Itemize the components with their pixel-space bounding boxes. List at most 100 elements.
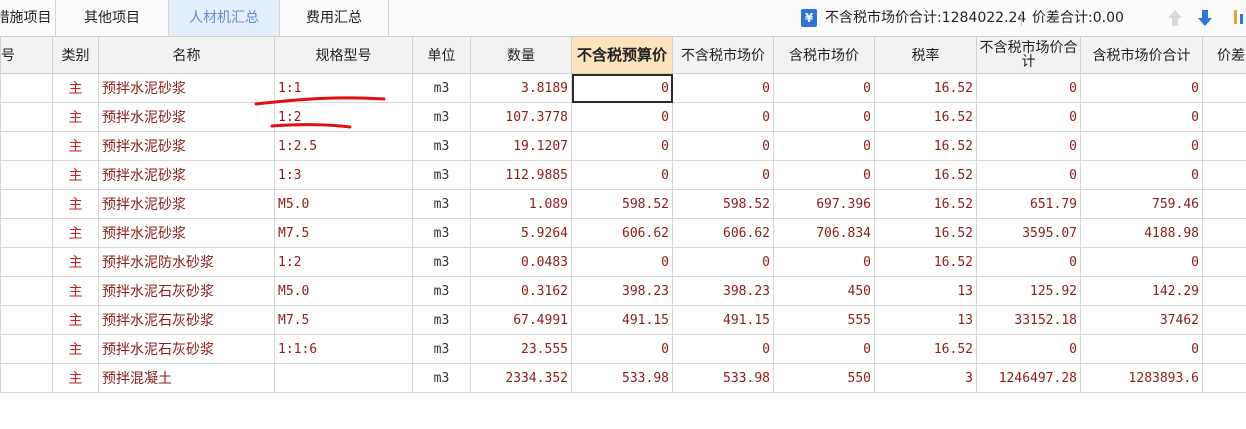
cell-spec[interactable]: M7.5 [274, 305, 413, 335]
cell-market-price[interactable]: 598.52 [672, 189, 774, 219]
table-row[interactable]: 主 预拌水泥砂浆 1:2 m3 107.3778 0 0 0 16.52 0 0 [0, 102, 1246, 132]
cell-category[interactable]: 主 [52, 131, 99, 161]
cell-budget-price[interactable]: 0 [571, 131, 673, 161]
cell-quantity[interactable]: 112.9885 [470, 160, 572, 190]
col-header-market-price-tax[interactable]: 含税市场价 [773, 36, 875, 74]
table-row[interactable]: 主 预拌混凝土 m3 2334.352 533.98 533.98 550 3 … [0, 363, 1246, 393]
cell-market-price-tax[interactable]: 555 [773, 305, 875, 335]
cell-budget-price[interactable]: 491.15 [571, 305, 673, 335]
cell-unit[interactable]: m3 [412, 363, 471, 393]
cell-quantity[interactable]: 5.9264 [470, 218, 572, 248]
cell-no[interactable] [0, 160, 53, 190]
cell-market-total[interactable]: 0 [976, 73, 1081, 103]
cell-market-price-tax[interactable]: 697.396 [773, 189, 875, 219]
cell-tax-rate[interactable]: 16.52 [874, 131, 977, 161]
cell-budget-price[interactable]: 606.62 [571, 218, 673, 248]
cell-market-price[interactable]: 0 [672, 73, 774, 103]
cell-category[interactable]: 主 [52, 189, 99, 219]
cell-no[interactable] [0, 102, 53, 132]
cell-price-diff[interactable] [1202, 276, 1246, 306]
cell-market-total-tax[interactable]: 0 [1080, 334, 1203, 364]
col-header-quantity[interactable]: 数量 [470, 36, 572, 74]
cell-market-total[interactable]: 0 [976, 160, 1081, 190]
cell-price-diff[interactable] [1202, 160, 1246, 190]
cell-spec[interactable]: 1:2.5 [274, 131, 413, 161]
cell-category[interactable]: 主 [52, 160, 99, 190]
tab-fee-summary[interactable]: 费用汇总 [280, 0, 389, 36]
cell-no[interactable] [0, 218, 53, 248]
col-header-tax-rate[interactable]: 税率 [874, 36, 977, 74]
cell-unit[interactable]: m3 [412, 305, 471, 335]
cell-spec[interactable]: M5.0 [274, 189, 413, 219]
cell-category[interactable]: 主 [52, 305, 99, 335]
cell-market-price[interactable]: 606.62 [672, 218, 774, 248]
cell-market-price-tax[interactable]: 450 [773, 276, 875, 306]
col-header-market-total-tax[interactable]: 含税市场价合计 [1080, 36, 1203, 74]
cell-tax-rate[interactable]: 3 [874, 363, 977, 393]
cell-no[interactable] [0, 305, 53, 335]
table-row[interactable]: 主 预拌水泥防水砂浆 1:2 m3 0.0483 0 0 0 16.52 0 0 [0, 247, 1246, 277]
cell-market-total[interactable]: 33152.18 [976, 305, 1081, 335]
cell-budget-price[interactable]: 0 [571, 334, 673, 364]
cell-market-total[interactable]: 0 [976, 334, 1081, 364]
cell-market-price[interactable]: 0 [672, 160, 774, 190]
cell-market-total[interactable]: 3595.07 [976, 218, 1081, 248]
col-header-market-price[interactable]: 不含税市场价 [672, 36, 774, 74]
col-header-spec[interactable]: 规格型号 [274, 36, 413, 74]
table-row[interactable]: 主 预拌水泥砂浆 1:1 m3 3.8189 0 0 0 16.52 0 0 [0, 73, 1246, 103]
cell-name[interactable]: 预拌水泥砂浆 [98, 189, 275, 219]
cell-tax-rate[interactable]: 16.52 [874, 334, 977, 364]
cell-budget-price[interactable]: 0 [571, 73, 673, 103]
cell-category[interactable]: 主 [52, 102, 99, 132]
cell-market-total-tax[interactable]: 37462 [1080, 305, 1203, 335]
cell-unit[interactable]: m3 [412, 334, 471, 364]
cell-market-price-tax[interactable]: 0 [773, 73, 875, 103]
cell-tax-rate[interactable]: 16.52 [874, 247, 977, 277]
cell-market-total[interactable]: 651.79 [976, 189, 1081, 219]
cell-budget-price[interactable]: 0 [571, 247, 673, 277]
cell-tax-rate[interactable]: 16.52 [874, 218, 977, 248]
cell-spec[interactable]: 1:2 [274, 247, 413, 277]
cell-market-total-tax[interactable]: 0 [1080, 247, 1203, 277]
cell-market-total[interactable]: 0 [976, 102, 1081, 132]
cell-market-total-tax[interactable]: 4188.98 [1080, 218, 1203, 248]
cell-market-total-tax[interactable]: 0 [1080, 102, 1203, 132]
table-row[interactable]: 主 预拌水泥砂浆 1:2.5 m3 19.1207 0 0 0 16.52 0 … [0, 131, 1246, 161]
cell-market-price[interactable]: 533.98 [672, 363, 774, 393]
cell-market-price[interactable]: 0 [672, 102, 774, 132]
cell-category[interactable]: 主 [52, 334, 99, 364]
cell-market-price[interactable]: 0 [672, 131, 774, 161]
cell-name[interactable]: 预拌水泥石灰砂浆 [98, 276, 275, 306]
cell-price-diff[interactable] [1202, 363, 1246, 393]
cell-category[interactable]: 主 [52, 247, 99, 277]
cell-name[interactable]: 预拌混凝土 [98, 363, 275, 393]
cell-tax-rate[interactable]: 16.52 [874, 73, 977, 103]
cell-spec[interactable]: M5.0 [274, 276, 413, 306]
cell-market-price[interactable]: 0 [672, 247, 774, 277]
cell-quantity[interactable]: 19.1207 [470, 131, 572, 161]
cell-spec[interactable]: 1:1:6 [274, 334, 413, 364]
cell-unit[interactable]: m3 [412, 218, 471, 248]
cell-price-diff[interactable] [1202, 189, 1246, 219]
cell-unit[interactable]: m3 [412, 102, 471, 132]
cell-no[interactable] [0, 73, 53, 103]
cell-category[interactable]: 主 [52, 73, 99, 103]
cell-category[interactable]: 主 [52, 276, 99, 306]
cell-name[interactable]: 预拌水泥砂浆 [98, 131, 275, 161]
col-header-price-diff[interactable]: 价差 [1202, 36, 1246, 74]
cell-quantity[interactable]: 2334.352 [470, 363, 572, 393]
table-row[interactable]: 主 预拌水泥石灰砂浆 M7.5 m3 67.4991 491.15 491.15… [0, 305, 1246, 335]
cell-market-total-tax[interactable]: 759.46 [1080, 189, 1203, 219]
cell-quantity[interactable]: 67.4991 [470, 305, 572, 335]
col-header-market-total[interactable]: 不含税市场价合计 [976, 36, 1081, 74]
cell-unit[interactable]: m3 [412, 276, 471, 306]
cell-tax-rate[interactable]: 13 [874, 305, 977, 335]
table-row[interactable]: 主 预拌水泥石灰砂浆 1:1:6 m3 23.555 0 0 0 16.52 0… [0, 334, 1246, 364]
cell-market-total[interactable]: 125.92 [976, 276, 1081, 306]
table-row[interactable]: 主 预拌水泥砂浆 M5.0 m3 1.089 598.52 598.52 697… [0, 189, 1246, 219]
col-header-no[interactable]: 号 [0, 36, 53, 74]
table-row[interactable]: 主 预拌水泥砂浆 1:3 m3 112.9885 0 0 0 16.52 0 0 [0, 160, 1246, 190]
cell-name[interactable]: 预拌水泥砂浆 [98, 73, 275, 103]
cell-market-price-tax[interactable]: 0 [773, 131, 875, 161]
cell-budget-price[interactable]: 0 [571, 102, 673, 132]
